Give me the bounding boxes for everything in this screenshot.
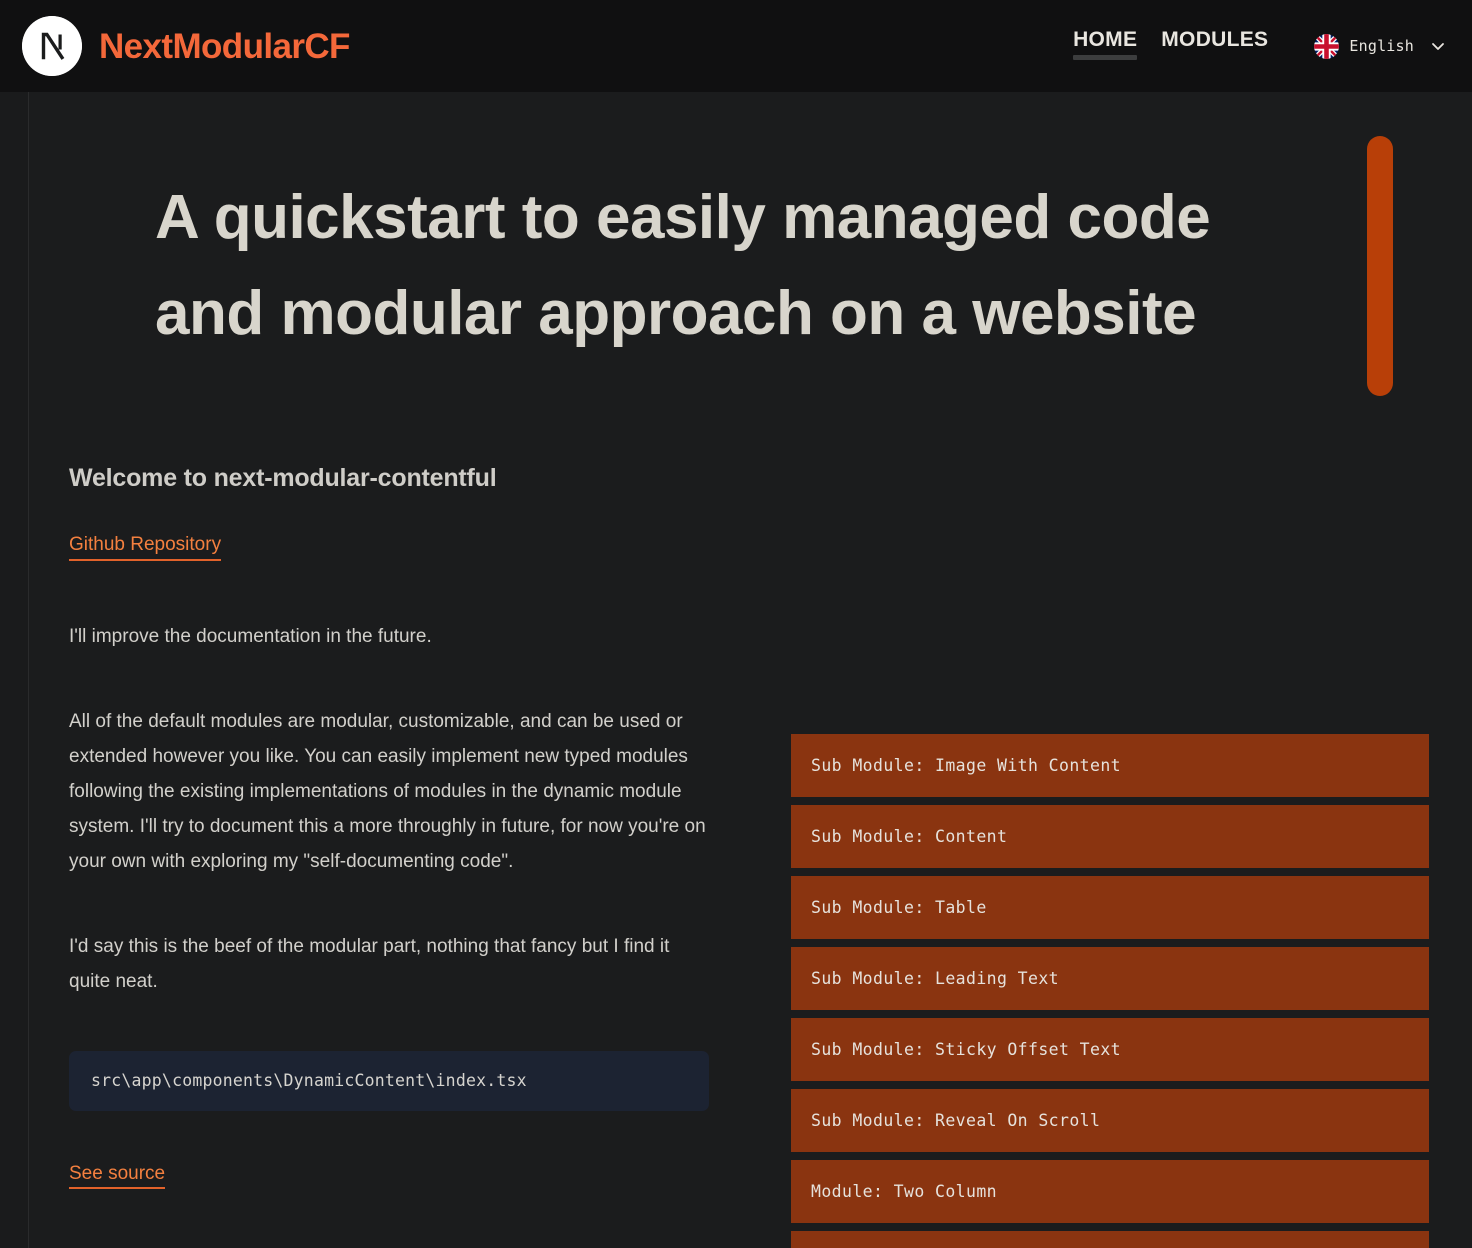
page-title: A quickstart to easily managed code and …	[155, 170, 1360, 362]
hero-title-line-2: and modular approach on a website	[155, 279, 1197, 348]
module-card[interactable]: Sub Module: Sticky Offset Text	[791, 1018, 1429, 1081]
page-body: A quickstart to easily managed code and …	[0, 92, 1472, 1248]
module-card-label: Sub Module: Reveal On Scroll	[811, 1111, 1101, 1130]
paragraph-beef: I'd say this is the beef of the modular …	[69, 936, 670, 993]
brand-name: NextModularCF	[99, 26, 350, 66]
module-card-label: Sub Module: Sticky Offset Text	[811, 1040, 1122, 1059]
module-card[interactable]: Sub Module: Reveal On Scroll	[791, 1089, 1429, 1152]
module-card[interactable]: Sub Module: Leading Text	[791, 947, 1429, 1010]
module-card-label: Sub Module: Leading Text	[811, 969, 1060, 988]
language-selector[interactable]: English	[1314, 33, 1446, 59]
section-title: Welcome to next-modular-contentful	[69, 464, 497, 492]
main-navigation: HOME MODULES English	[1073, 28, 1446, 64]
nextjs-logo-icon	[22, 16, 82, 76]
module-card[interactable]: Sub Module: Content	[791, 805, 1429, 868]
module-card-label: Sub Module: Table	[811, 898, 987, 917]
module-card-label: Module: Two Column	[811, 1182, 998, 1201]
page-root: NextModularCF HOME MODULES English A qui…	[0, 0, 1472, 1248]
module-card-label: Sub Module: Content	[811, 827, 1008, 846]
language-label: English	[1349, 37, 1414, 55]
paragraph-intro: I'll improve the documentation in the fu…	[69, 626, 432, 648]
code-path-block: src\app\components\DynamicContent\index.…	[69, 1051, 709, 1112]
content-column-right: Sub Module: Image With Content Sub Modul…	[791, 462, 1429, 1248]
code-path-text: src\app\components\DynamicContent\index.…	[91, 1071, 527, 1091]
content-area: Welcome to next-modular-contentful Githu…	[69, 462, 1431, 1248]
module-card-label: Sub Module: Image With Content	[811, 756, 1122, 775]
brand-logo-link[interactable]: NextModularCF	[22, 16, 350, 76]
scroll-progress-indicator[interactable]	[1367, 136, 1393, 396]
hero-title-line-1: A quickstart to easily managed code	[155, 183, 1211, 252]
paragraph-modules: All of the default modules are modular, …	[69, 711, 706, 873]
module-card[interactable]: Sub Module: Table	[791, 876, 1429, 939]
nav-link-modules[interactable]: MODULES	[1161, 28, 1268, 64]
left-rail-divider	[0, 92, 29, 1248]
content-column-left: Welcome to next-modular-contentful Githu…	[69, 462, 729, 1190]
chevron-down-icon	[1430, 38, 1446, 54]
nav-links: HOME MODULES	[1073, 28, 1268, 64]
module-card[interactable]: Sub Module: Image With Content	[791, 734, 1429, 797]
see-source-link[interactable]: See source	[69, 1163, 166, 1190]
uk-flag-icon	[1314, 33, 1340, 59]
nav-link-home[interactable]: HOME	[1073, 28, 1138, 64]
github-repository-link[interactable]: Github Repository	[69, 533, 222, 562]
site-header: NextModularCF HOME MODULES English	[0, 0, 1472, 92]
module-card[interactable]	[791, 1231, 1429, 1248]
module-card-list: Sub Module: Image With Content Sub Modul…	[791, 734, 1429, 1248]
hero-section: A quickstart to easily managed code and …	[155, 170, 1360, 362]
module-card[interactable]: Module: Two Column	[791, 1160, 1429, 1223]
